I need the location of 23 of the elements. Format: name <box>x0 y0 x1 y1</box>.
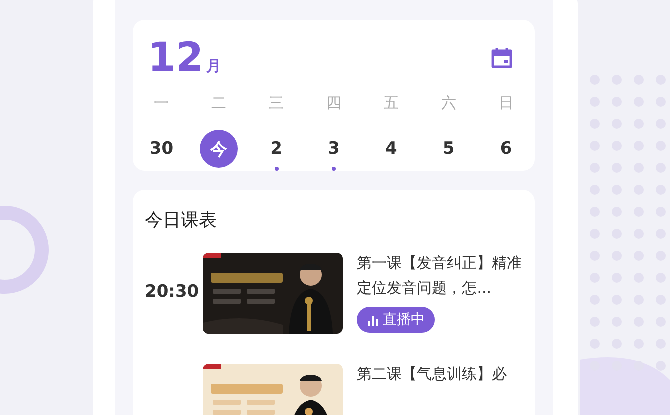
calendar-day[interactable]: 4 <box>372 130 410 168</box>
weekday-label: 五 <box>384 94 399 114</box>
weekday-label: 二 <box>212 94 227 114</box>
lesson-title[interactable]: 第二课【气息训练】必 <box>357 362 508 387</box>
calendar-day[interactable]: 今 <box>200 130 238 168</box>
lesson-time: 20:30 <box>145 282 200 302</box>
month-number: 12 <box>148 36 204 80</box>
calendar-day[interactable]: 30 <box>142 130 181 168</box>
calendar-day[interactable]: 3 <box>314 130 353 168</box>
live-badge: 直播中 <box>357 307 436 333</box>
weekday-label: 日 <box>498 94 514 114</box>
calendar-day[interactable]: 2 <box>258 130 296 168</box>
weekday-label: 一 <box>154 94 170 114</box>
weekday-label: 四 <box>326 94 342 114</box>
calendar-icon[interactable] <box>490 46 514 70</box>
weekday-label: 六 <box>441 94 456 114</box>
lesson-title[interactable]: 第一课【发音纠正】精准定位发音问题，怎... <box>357 251 523 301</box>
schedule-title: 今日课表 <box>145 209 217 232</box>
weekday-label: 三 <box>269 94 284 114</box>
month-unit: 月 <box>206 57 222 76</box>
calendar-day[interactable]: 5 <box>430 130 468 168</box>
calendar-day[interactable]: 6 <box>487 130 526 168</box>
bars-icon <box>367 314 380 326</box>
